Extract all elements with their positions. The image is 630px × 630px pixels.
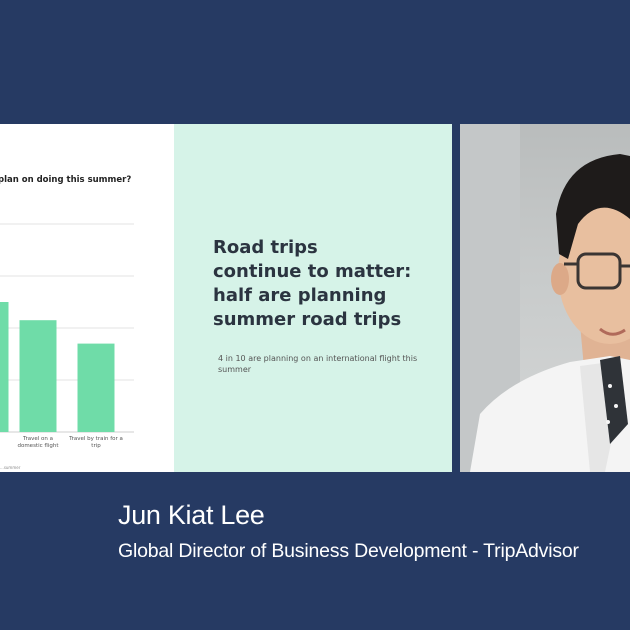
slide-headline: Road trips continue to matter: half are … [213, 236, 443, 332]
slide-subtext: 4 in 10 are planning on an international… [218, 354, 418, 374]
speaker-video [460, 124, 630, 472]
category-label: Travel on a domestic flight [8, 436, 68, 449]
chart-bar [77, 343, 115, 432]
chart-bar [19, 320, 57, 432]
speaker-avatar [460, 124, 630, 472]
shared-slide: plan on doing this summer? eTravel on ad… [0, 124, 452, 472]
headline-line: continue to matter: [213, 261, 412, 282]
headline-line: half are planning [213, 285, 387, 306]
headline-line: Road trips [213, 237, 318, 258]
bar-chart [0, 223, 134, 433]
slide-chart-panel: plan on doing this summer? eTravel on ad… [0, 124, 174, 472]
category-label-line: domestic flight [17, 442, 59, 449]
speaker-title: Global Director of Business Development … [118, 540, 579, 562]
headline-line: summer road trips [213, 309, 402, 330]
category-label: Travel by train for a trip [66, 436, 126, 449]
webinar-frame: plan on doing this summer? eTravel on ad… [0, 0, 630, 630]
chart-bar [0, 302, 9, 432]
slide-text-panel: Road trips continue to matter: half are … [174, 124, 452, 472]
category-label-line: trip [91, 442, 101, 449]
chart-footnote: ...summer [0, 465, 21, 470]
category-label-line: Travel by train for a [69, 436, 123, 442]
speaker-name: Jun Kiat Lee [118, 500, 265, 530]
